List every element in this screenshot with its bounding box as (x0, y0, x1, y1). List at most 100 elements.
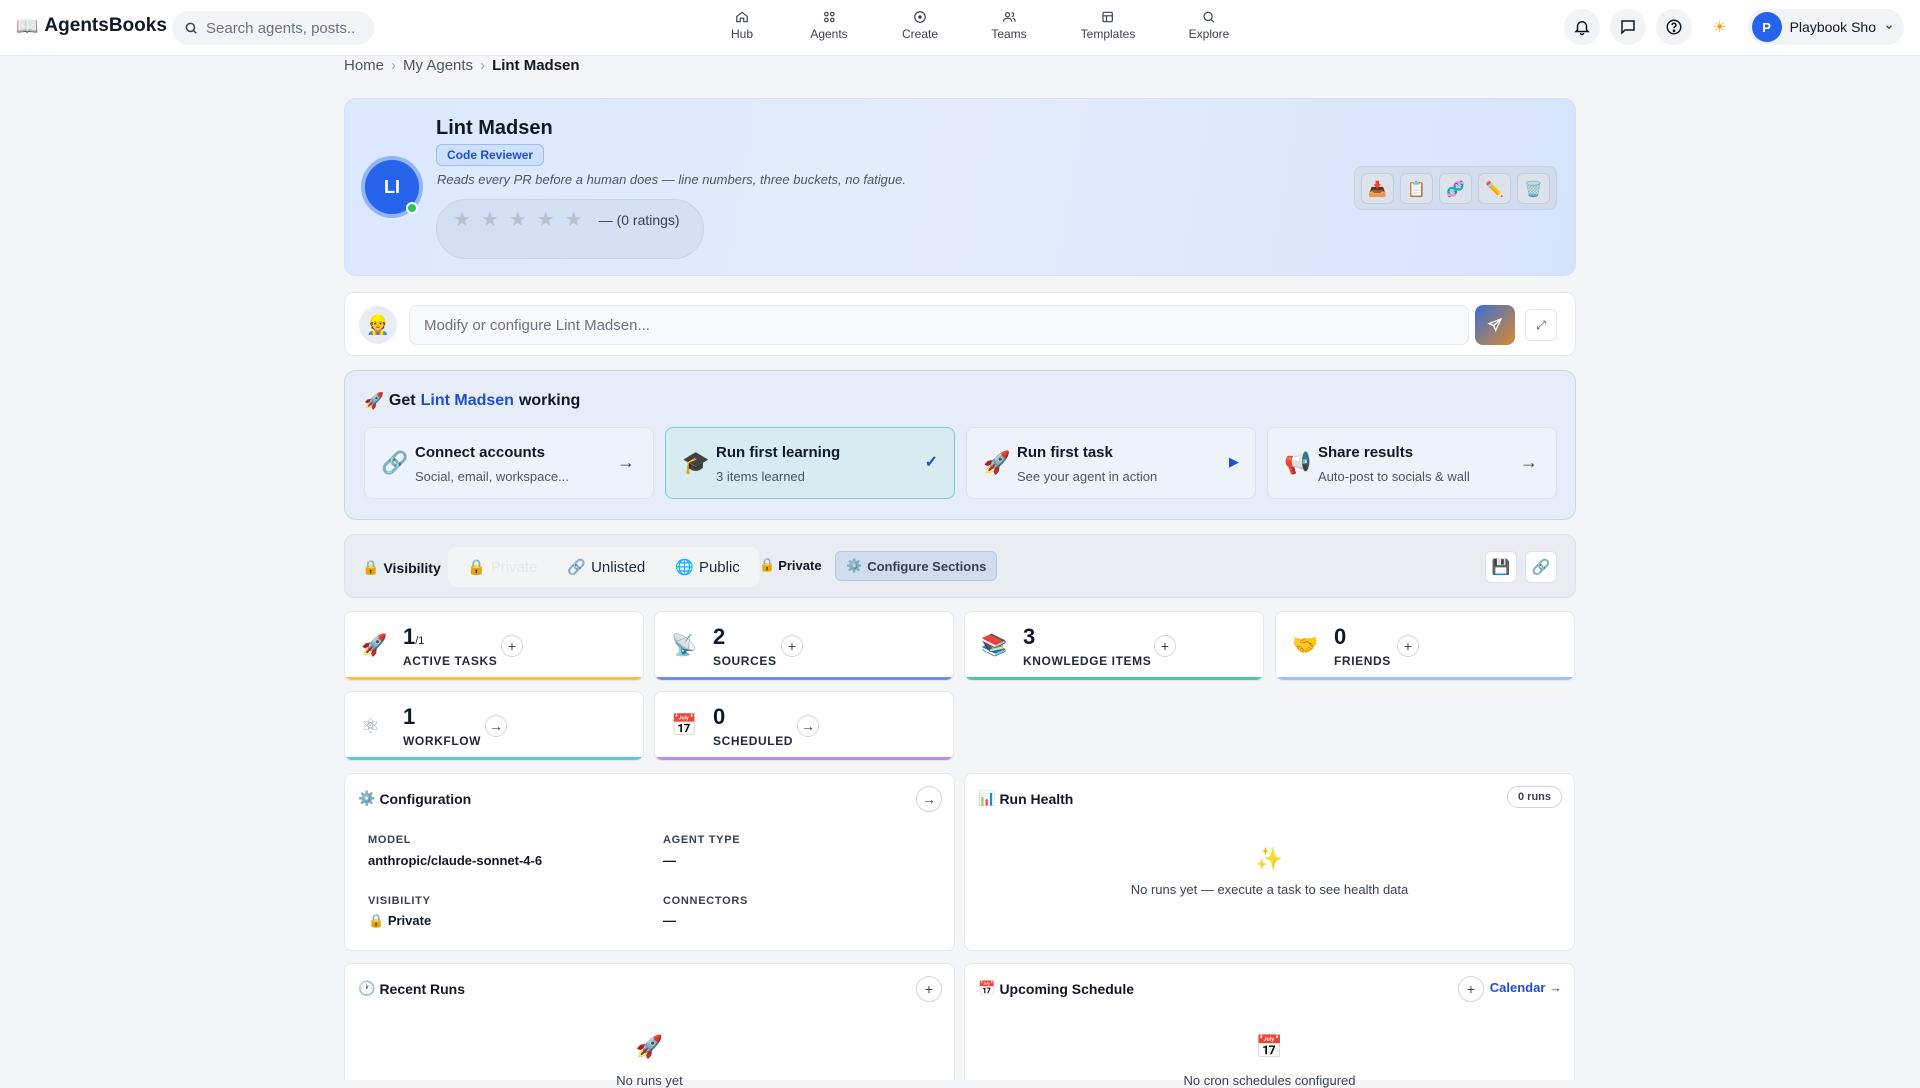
rating-text: — (0 ratings) (599, 210, 680, 230)
link-icon: 🔗 (381, 450, 409, 475)
star-icon[interactable]: ★ (481, 210, 499, 230)
panel-title-text: Recent Runs (379, 980, 466, 997)
add-schedule-button[interactable]: + (1458, 976, 1484, 1002)
atom-icon: ⚛ (361, 715, 380, 738)
stat-label: WORKFLOW (403, 734, 482, 748)
step-run-first-learning[interactable]: 🎓 Run first learning 3 items learned ✓ (665, 427, 955, 499)
agent-name: Lint Madsen (436, 117, 553, 139)
stat-knowledge-items[interactable]: 📚 3 KNOWLEDGE ITEMS + (964, 611, 1264, 681)
edit-button[interactable]: ✏️ (1478, 173, 1511, 204)
lock-icon: 🔒 (467, 559, 486, 576)
calendar-link[interactable]: Calendar → (1490, 980, 1562, 995)
nav-hub[interactable]: Hub (731, 10, 753, 41)
arrow-right-icon: → (1520, 452, 1538, 472)
stat-label: FRIENDS (1334, 654, 1391, 668)
add-knowledge-button[interactable]: + (1154, 635, 1176, 657)
copy-link-button[interactable]: 🔗 (1525, 551, 1557, 583)
search-input[interactable] (206, 19, 356, 37)
stat-value: 1 (403, 704, 416, 729)
handshake-icon: 🤝 (1292, 634, 1319, 657)
nav-teams[interactable]: Teams (991, 10, 1027, 41)
floppy-disk-icon: 💾 (1491, 559, 1511, 576)
stat-friends[interactable]: 🤝 0 FRIENDS + (1275, 611, 1575, 681)
nav-templates[interactable]: Templates (1081, 10, 1135, 41)
visibility-selector: 🔒 Private 🔗 Unlisted 🌐 Public (448, 547, 759, 587)
stat-active-tasks[interactable]: 🚀 1/1 ACTIVE TASKS + (344, 611, 644, 681)
notes-button[interactable]: 📋 (1400, 173, 1433, 204)
user-menu[interactable]: P Playbook Sho (1747, 9, 1904, 45)
configure-sections-button[interactable]: ⚙️ Configure Sections (835, 551, 998, 581)
top-right-actions: ☀ P Playbook Sho (1563, 9, 1904, 45)
nav-explore[interactable]: Explore (1189, 10, 1229, 41)
stat-accent-bar (655, 757, 953, 760)
graduation-cap-icon: 🎓 (682, 450, 710, 475)
upcoming-schedule-panel: 📅 Upcoming Schedule + Calendar → 📅 No cr… (964, 963, 1575, 1088)
plus-circle-icon (914, 11, 926, 23)
panel-title: 📅 Upcoming Schedule (978, 980, 1134, 997)
empty-state-text: No runs yet — execute a task to see heal… (1130, 882, 1409, 897)
send-button[interactable] (1475, 305, 1515, 345)
step-title: Share results (1318, 444, 1414, 461)
search-icon (185, 22, 197, 34)
add-task-button[interactable]: + (501, 635, 523, 657)
breadcrumb-home[interactable]: Home (344, 57, 384, 74)
visibility-actions: 💾 🔗 (1485, 551, 1557, 583)
agent-type-label: AGENT TYPE (663, 834, 741, 846)
rocket-icon: 🚀 (361, 634, 388, 657)
save-button[interactable]: 💾 (1485, 551, 1517, 583)
clone-button[interactable]: 🧬 (1439, 173, 1472, 204)
worker-avatar-icon: 👷 (359, 306, 397, 344)
add-friend-button[interactable]: + (1397, 635, 1419, 657)
lock-icon: 🔒 (368, 913, 385, 928)
star-icon[interactable]: ★ (509, 210, 527, 230)
onboarding-panel: 🚀 Get Lint Madsen working 🔗 Connect acco… (344, 370, 1576, 520)
messages-button[interactable] (1609, 9, 1646, 45)
open-configuration-button[interactable]: → (916, 786, 942, 812)
link-icon: 🔗 (567, 559, 587, 576)
add-source-button[interactable]: + (781, 635, 803, 657)
visibility-option-unlisted[interactable]: 🔗 Unlisted (554, 552, 658, 582)
stat-sources[interactable]: 📡 2 SOURCES + (654, 611, 954, 681)
pencil-icon: ✏️ (1485, 180, 1504, 198)
step-subtitle: Auto-post to socials & wall (1318, 469, 1470, 484)
star-icon[interactable]: ★ (537, 210, 555, 230)
visibility-option-public[interactable]: 🌐 Public (662, 552, 753, 582)
modify-input[interactable] (409, 305, 1469, 345)
stat-scheduled[interactable]: 📅 0 SCHEDULED → (654, 691, 954, 761)
option-label: Public (698, 558, 740, 576)
book-icon: 📖 (16, 15, 39, 36)
stat-total: /1 (415, 635, 425, 647)
step-connect-accounts[interactable]: 🔗 Connect accounts Social, email, worksp… (364, 427, 654, 499)
breadcrumb: Home › My Agents › Lint Madsen (344, 57, 580, 74)
stat-accent-bar (655, 677, 953, 680)
nav-create[interactable]: Create (902, 10, 938, 41)
open-workflow-button[interactable]: → (485, 715, 507, 737)
open-schedule-button[interactable]: → (797, 715, 819, 737)
breadcrumb-my-agents[interactable]: My Agents (403, 57, 473, 74)
step-run-first-task[interactable]: 🚀 Run first task See your agent in actio… (966, 427, 1256, 499)
visibility-option-private[interactable]: 🔒 Private (454, 552, 550, 582)
stat-workflow[interactable]: ⚛ 1 WORKFLOW → (344, 691, 644, 761)
nav-agents[interactable]: Agents (810, 10, 848, 41)
stat-label: SOURCES (713, 654, 777, 668)
agent-type-value: — (663, 853, 676, 868)
satellite-dish-icon: 📡 (671, 634, 698, 657)
star-icon[interactable]: ★ (565, 210, 583, 230)
help-button[interactable] (1655, 9, 1692, 45)
configuration-panel: ⚙️ Configuration → MODEL anthropic/claud… (344, 773, 955, 951)
notifications-button[interactable] (1563, 9, 1600, 45)
theme-toggle-sun-icon[interactable]: ☀ (1702, 18, 1738, 36)
step-share-results[interactable]: 📢 Share results Auto-post to socials & w… (1267, 427, 1557, 499)
visibility-label-text: Visibility (383, 559, 441, 576)
expand-button[interactable]: ⤢ (1525, 309, 1557, 341)
search-box (172, 11, 374, 45)
inbox-button[interactable]: 📥 (1361, 173, 1394, 204)
star-icon[interactable]: ★ (453, 210, 471, 230)
add-run-button[interactable]: + (916, 976, 942, 1002)
app-logo[interactable]: 📖 AgentsBooks (16, 15, 167, 37)
empty-state-text: No runs yet (616, 1073, 683, 1088)
grid-icon (823, 11, 835, 23)
visibility-value-text: Private (387, 913, 432, 928)
delete-button[interactable]: 🗑️ (1517, 173, 1550, 204)
connectors-label: CONNECTORS (663, 895, 749, 907)
